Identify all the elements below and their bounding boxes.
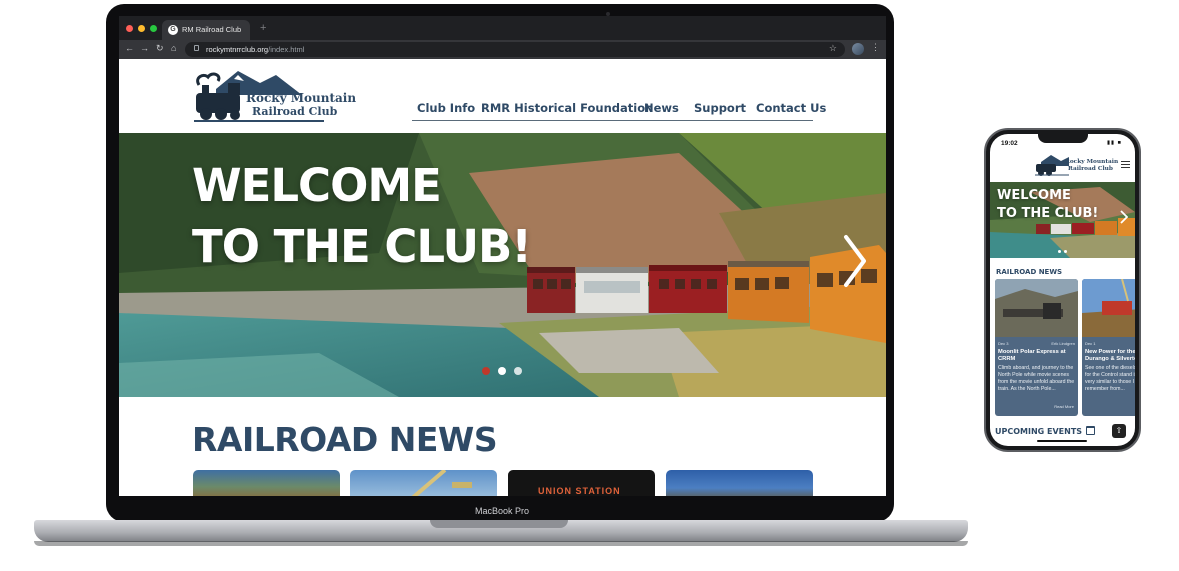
calendar-icon[interactable]: [1086, 426, 1095, 435]
carousel-dot-2[interactable]: [498, 367, 506, 375]
news-thumbnail-3[interactable]: UNION STATION: [508, 470, 655, 496]
profile-avatar[interactable]: [852, 43, 864, 55]
browser-tab-strip: G RM Railroad Club +: [119, 16, 886, 40]
google-favicon-icon: G: [168, 25, 178, 35]
railroad-news-heading: RAILROAD NEWS: [192, 420, 498, 459]
phone-logo-line1: Rocky Mountain: [1065, 159, 1119, 165]
phone-carousel-dot-2[interactable]: [1064, 250, 1067, 253]
nav-news[interactable]: News: [644, 101, 679, 115]
reload-icon[interactable]: ↻: [156, 43, 164, 54]
laptop-model-label: MacBook Pro: [474, 506, 530, 516]
carousel-dot-3[interactable]: [514, 367, 522, 375]
phone-news-heading: RAILROAD NEWS: [996, 268, 1063, 276]
crane-graphic: [411, 470, 472, 496]
news-card[interactable]: Dec 3 Erik Lindgren Moonlit Polar Expres…: [995, 279, 1078, 416]
nav-rmr-historical-foundation[interactable]: RMR Historical Foundation: [481, 101, 653, 115]
phone-next-chevron-icon[interactable]: [1120, 210, 1128, 224]
logo-line2: Railroad Club: [252, 105, 338, 118]
phone-hero-carousel: WELCOME TO THE CLUB!: [990, 182, 1135, 258]
nav-contact-us[interactable]: Contact Us: [756, 101, 826, 115]
url-text: rockymtnrrclub.org/index.html: [206, 45, 305, 54]
news-thumbnail-1[interactable]: [193, 470, 340, 496]
phone-clock: 19:02: [1001, 140, 1018, 147]
forward-arrow-icon[interactable]: →: [140, 43, 149, 53]
news-card-date: Dec 1: [1085, 341, 1096, 346]
laptop-shadow: [34, 541, 968, 546]
browser-toolbar: ← → ↻ ⌂ rockymtnrrclub.org/index.html ☆ …: [119, 40, 886, 59]
address-bar[interactable]: rockymtnrrclub.org/index.html ☆: [185, 42, 845, 57]
hamburger-menu-icon[interactable]: [1121, 161, 1130, 168]
news-card-title: New Power for the Durango & Silverton: [1085, 349, 1135, 362]
news-card-excerpt: See one of the diesels for for the Contr…: [1085, 365, 1135, 392]
laptop-notch: [430, 520, 568, 528]
union-station-sign: UNION STATION: [538, 486, 621, 496]
next-slide-chevron-icon[interactable]: [840, 233, 870, 289]
hero-heading: WELCOME TO THE CLUB!: [192, 159, 532, 273]
tab-title: RM Railroad Club: [182, 25, 242, 34]
main-nav: Club Info RMR Historical Foundation News…: [412, 99, 826, 121]
phone-screen: 19:02 ▮▮ ■ Rocky Mountain Railroad Club …: [990, 134, 1135, 446]
news-card-excerpt: Climb aboard, and journey to the North P…: [998, 365, 1075, 392]
signal-wifi-battery-icon: ▮▮ ■: [1107, 140, 1122, 146]
home-icon[interactable]: ⌂: [171, 43, 176, 53]
site-logo[interactable]: Rocky Mountain Railroad Club: [194, 69, 356, 125]
phone-carousel-dot-1[interactable]: [1058, 250, 1061, 253]
more-menu-icon[interactable]: ⋮: [871, 42, 880, 53]
hero-carousel: WELCOME TO THE CLUB!: [119, 133, 886, 397]
news-card-title: Moonlit Polar Express at CRRM: [998, 349, 1066, 362]
logo-line1: Rocky Mountain: [246, 91, 357, 105]
phone-logo-emblem-icon[interactable]: [1035, 154, 1069, 176]
news-card[interactable]: Dec 1 New Power for the Durango & Silver…: [1082, 279, 1135, 416]
news-thumbnail-2[interactable]: [350, 470, 497, 496]
nav-support[interactable]: Support: [694, 101, 746, 115]
close-window-icon[interactable]: [126, 25, 133, 32]
minimize-window-icon[interactable]: [138, 25, 145, 32]
upcoming-events-heading: UPCOMING EVENTS: [995, 427, 1083, 436]
browser-tab[interactable]: G RM Railroad Club: [162, 20, 250, 40]
site-header: Rocky Mountain Railroad Club Club Info R…: [119, 59, 886, 133]
carousel-dot-1[interactable]: [482, 367, 490, 375]
bookmark-star-icon[interactable]: ☆: [829, 43, 837, 54]
news-thumbnail-4[interactable]: [666, 470, 813, 496]
phone-notch: [1038, 134, 1088, 143]
news-card-date: Dec 3: [998, 341, 1009, 346]
news-card-image: [1082, 279, 1135, 337]
news-card-author: Erik Lindgren: [1051, 341, 1075, 346]
lock-icon: [194, 45, 199, 51]
scroll-to-top-icon[interactable]: ⇧: [1112, 424, 1126, 438]
new-tab-icon[interactable]: +: [260, 22, 266, 34]
back-arrow-icon[interactable]: ←: [125, 43, 134, 53]
news-card-image: [995, 279, 1078, 337]
read-more-link[interactable]: Read More: [1054, 404, 1074, 409]
maximize-window-icon[interactable]: [150, 25, 157, 32]
phone-hero-heading: WELCOME TO THE CLUB!: [997, 188, 1099, 221]
nav-club-info[interactable]: Club Info: [417, 101, 475, 115]
laptop-screen: G RM Railroad Club + ← → ↻ ⌂ rockymtnrrc…: [119, 16, 886, 496]
home-indicator[interactable]: [1037, 440, 1087, 442]
phone-logo-line2: Railroad Club: [1068, 166, 1113, 172]
